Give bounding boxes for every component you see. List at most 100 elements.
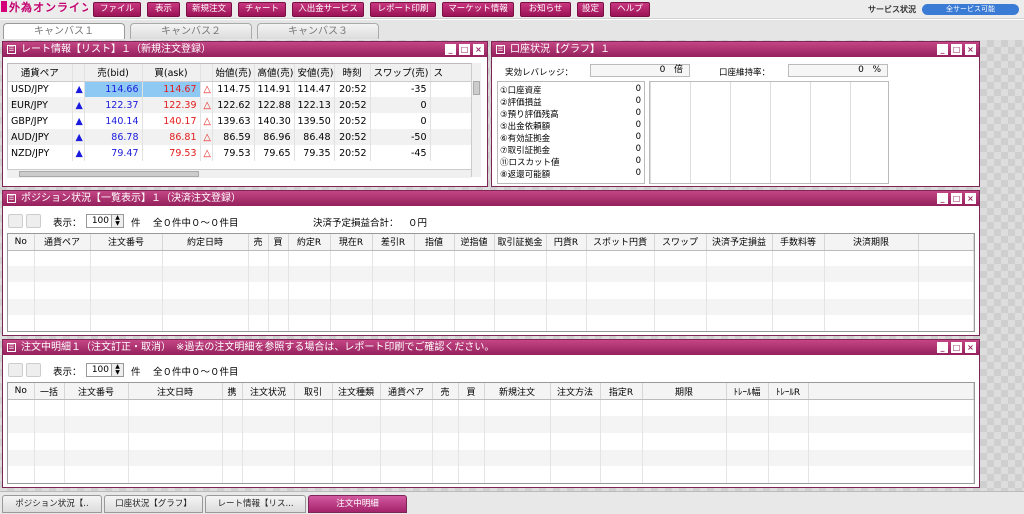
rate-row-nzdjpy[interactable]: NZD/JPY ▲ 79.47 79.53 △ 79.53 79.65 79.3… xyxy=(8,145,473,161)
account-panel-titlebar[interactable]: ☰ 口座状況【グラフ】１ _ □ × xyxy=(492,42,979,57)
ask-cell[interactable]: 114.67 xyxy=(142,81,201,97)
canvas-tab-3[interactable]: キャンバス３ xyxy=(257,23,379,39)
pair-cell[interactable]: GBP/JPY xyxy=(8,113,73,129)
minimize-icon[interactable]: _ xyxy=(445,44,456,55)
maximize-icon[interactable]: □ xyxy=(459,44,470,55)
prev-page-button[interactable] xyxy=(8,363,23,377)
column-header[interactable]: 新規注文 xyxy=(484,383,551,401)
panel-menu-icon[interactable]: ☰ xyxy=(7,45,16,54)
column-header[interactable]: 高値(売) xyxy=(254,64,295,82)
column-header[interactable]: 注文状況 xyxy=(242,383,295,401)
column-header[interactable]: 注文方法 xyxy=(550,383,601,401)
ask-cell[interactable]: 79.53 xyxy=(142,145,201,161)
maximize-icon[interactable]: □ xyxy=(951,193,962,204)
column-header[interactable]: 通貨ペア xyxy=(380,383,433,401)
prev-page-button[interactable] xyxy=(8,214,23,228)
close-icon[interactable]: × xyxy=(965,44,976,55)
column-header[interactable]: 差引R xyxy=(372,234,415,251)
column-header[interactable]: 約定日時 xyxy=(162,234,249,251)
rate-table-vertical-scrollbar[interactable] xyxy=(471,63,481,177)
bid-cell[interactable]: 114.66 xyxy=(84,81,143,97)
column-header[interactable]: 売 xyxy=(248,234,269,251)
minimize-icon[interactable]: _ xyxy=(937,342,948,353)
display-count-stepper[interactable]: 100 ▲ ▼ xyxy=(86,363,124,377)
column-header[interactable]: ﾄﾚｰﾙR xyxy=(768,383,809,401)
column-header[interactable]: 期限 xyxy=(642,383,727,401)
menu-notice-button[interactable]: お知らせ xyxy=(520,2,571,17)
ask-cell[interactable]: 140.17 xyxy=(142,113,201,129)
column-header[interactable]: 注文番号 xyxy=(64,383,129,401)
panel-menu-icon[interactable]: ☰ xyxy=(496,45,505,54)
order-panel-titlebar[interactable]: ☰ 注文中明細１（注文訂正・取消） ※過去の注文明細を参照する場合は、レポート印… xyxy=(3,340,979,355)
taskbar-tab-position[interactable]: ポジション状況【.. xyxy=(2,495,102,513)
ask-cell[interactable]: 86.81 xyxy=(142,129,201,145)
rate-row-eurjpy[interactable]: EUR/JPY ▲ 122.37 122.39 △ 122.62 122.88 … xyxy=(8,97,473,113)
maximize-icon[interactable]: □ xyxy=(951,342,962,353)
column-header[interactable]: 買 xyxy=(458,383,485,401)
bid-cell[interactable]: 79.47 xyxy=(84,145,143,161)
bid-cell[interactable]: 122.37 xyxy=(84,97,143,113)
position-panel-titlebar[interactable]: ☰ ポジション状況【一覧表示】１（決済注文登録） _ □ × xyxy=(3,191,979,206)
rate-panel-titlebar[interactable]: ☰ レート情報【リスト】１（新規注文登録） _ □ × xyxy=(3,42,487,57)
column-header[interactable]: 始値(売) xyxy=(212,64,255,82)
scroll-thumb[interactable] xyxy=(473,81,480,95)
column-header[interactable]: スワップ xyxy=(654,234,707,251)
column-header[interactable]: 注文番号 xyxy=(90,234,163,251)
next-page-button[interactable] xyxy=(26,363,41,377)
menu-new-order-button[interactable]: 新規注文 xyxy=(186,2,232,17)
column-header[interactable]: 指定R xyxy=(600,383,643,401)
canvas-tab-2[interactable]: キャンバス２ xyxy=(130,23,252,39)
menu-deposit-button[interactable]: 入出金サービス xyxy=(292,2,364,17)
close-icon[interactable]: × xyxy=(965,193,976,204)
rate-row-usdjpy[interactable]: USD/JPY ▲ 114.66 114.67 △ 114.75 114.91 … xyxy=(8,81,473,97)
panel-menu-icon[interactable]: ☰ xyxy=(7,343,16,352)
rate-row-gbpjpy[interactable]: GBP/JPY ▲ 140.14 140.17 △ 139.63 140.30 … xyxy=(8,113,473,129)
column-header[interactable]: 一括 xyxy=(34,383,65,401)
column-header[interactable]: 時刻 xyxy=(334,64,371,82)
taskbar-tab-rate[interactable]: レート情報【リス... xyxy=(205,495,306,513)
rate-row-audjpy[interactable]: AUD/JPY ▲ 86.78 86.81 △ 86.59 86.96 86.4… xyxy=(8,129,473,145)
menu-chart-button[interactable]: チャート xyxy=(238,2,286,17)
panel-menu-icon[interactable]: ☰ xyxy=(7,194,16,203)
column-header[interactable]: 逆指値 xyxy=(454,234,495,251)
close-icon[interactable]: × xyxy=(473,44,484,55)
column-header[interactable]: 手数料等 xyxy=(772,234,825,251)
pair-cell[interactable]: USD/JPY xyxy=(8,81,73,97)
stepper-arrows-icon[interactable]: ▲ ▼ xyxy=(111,215,123,227)
menu-report-button[interactable]: レポート印刷 xyxy=(370,2,436,17)
menu-settings-button[interactable]: 設定 xyxy=(577,2,604,17)
menu-help-button[interactable]: ヘルプ xyxy=(610,2,650,17)
taskbar-tab-account[interactable]: 口座状況【グラフ】 xyxy=(104,495,203,513)
minimize-icon[interactable]: _ xyxy=(937,193,948,204)
column-header[interactable]: 買(ask) xyxy=(142,64,201,82)
column-header[interactable]: 取引証拠金 xyxy=(494,234,547,251)
pair-cell[interactable]: EUR/JPY xyxy=(8,97,73,113)
column-header[interactable]: 指値 xyxy=(414,234,455,251)
column-header[interactable]: 通貨ペア xyxy=(34,234,91,251)
ask-cell[interactable]: 122.39 xyxy=(142,97,201,113)
column-header[interactable]: 安値(売) xyxy=(294,64,335,82)
column-header[interactable]: No xyxy=(8,234,35,251)
column-header[interactable]: No xyxy=(8,383,35,401)
bid-cell[interactable]: 86.78 xyxy=(84,129,143,145)
bid-cell[interactable]: 140.14 xyxy=(84,113,143,129)
column-header[interactable]: スワップ(売) xyxy=(370,64,431,82)
stepper-arrows-icon[interactable]: ▲ ▼ xyxy=(111,364,123,376)
column-header[interactable]: 通貨ペア xyxy=(8,64,73,82)
next-page-button[interactable] xyxy=(26,214,41,228)
minimize-icon[interactable]: _ xyxy=(937,44,948,55)
column-header[interactable]: 決済期限 xyxy=(824,234,919,251)
column-header[interactable]: ﾄﾚｰﾙ幅 xyxy=(726,383,769,401)
column-header[interactable]: 注文種類 xyxy=(332,383,381,401)
column-header[interactable]: 買 xyxy=(268,234,289,251)
column-header[interactable]: スポット円貨 xyxy=(586,234,655,251)
taskbar-tab-order[interactable]: 注文中明細 xyxy=(308,495,407,513)
canvas-tab-1[interactable]: キャンバス１ xyxy=(3,23,125,39)
menu-market-button[interactable]: マーケット情報 xyxy=(442,2,514,17)
column-header[interactable]: 売 xyxy=(432,383,459,401)
pair-cell[interactable]: AUD/JPY xyxy=(8,129,73,145)
display-count-stepper[interactable]: 100 ▲ ▼ xyxy=(86,214,124,228)
column-header[interactable]: 注文日時 xyxy=(128,383,223,401)
column-header[interactable]: 約定R xyxy=(288,234,331,251)
column-header[interactable]: 円貨R xyxy=(546,234,587,251)
